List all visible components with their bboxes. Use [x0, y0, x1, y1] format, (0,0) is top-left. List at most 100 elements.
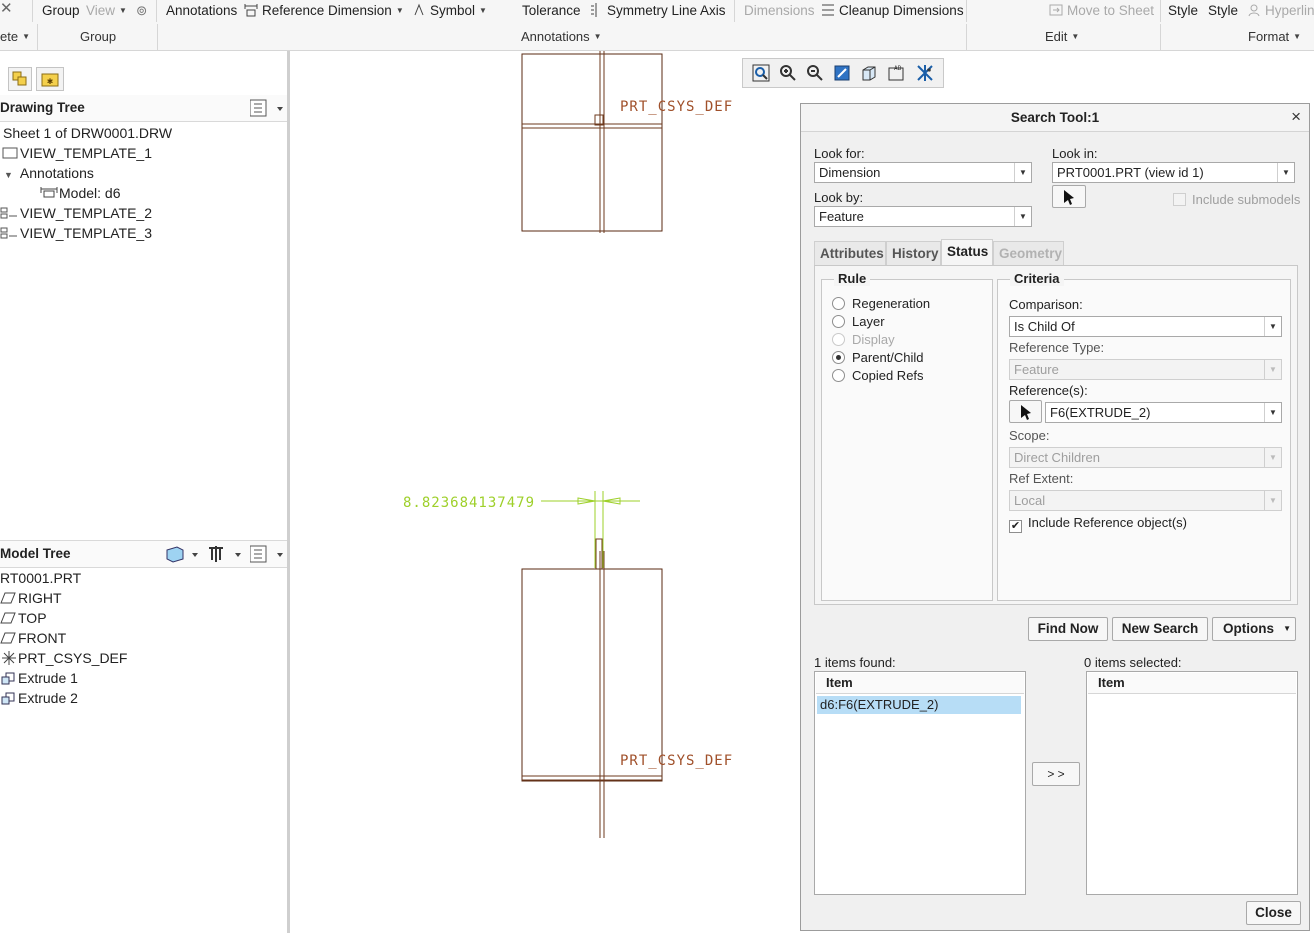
group-group-label: Group [80, 29, 117, 44]
tree-row-view-template-2[interactable]: VIEW_TEMPLATE_2 [0, 203, 152, 223]
dimensions-button[interactable]: Dimensions [744, 2, 815, 20]
display-style-icon[interactable] [859, 63, 879, 83]
folder-browser-button[interactable]: ✱ [36, 67, 64, 91]
view-label: View [86, 3, 116, 18]
tree-settings-icon[interactable] [249, 98, 284, 121]
ribbon: ✕ Group View ▼ ⊚ Annotations Reference Di… [0, 0, 1314, 51]
tab-history[interactable]: History [886, 241, 941, 265]
find-now-button[interactable]: Find Now [1028, 617, 1108, 641]
tab-attributes[interactable]: Attributes [814, 241, 886, 265]
drawing-tree-title: Drawing Tree [0, 100, 85, 115]
scope-label: Scope: [1009, 428, 1050, 443]
hyperlink-label: Hyperlin [1265, 3, 1314, 18]
model-display-icon[interactable] [165, 544, 201, 567]
rule-layer[interactable]: Layer [832, 313, 885, 331]
dimension-value[interactable]: 8.823684137479 [403, 495, 535, 511]
tree-row-csys[interactable]: PRT_CSYS_DEF [0, 648, 127, 668]
comparison-label: Comparison: [1009, 297, 1083, 312]
chevron-down-icon: ▼ [22, 32, 30, 41]
tree-row-front-plane[interactable]: FRONT [0, 628, 66, 648]
cleanup-dimensions-button[interactable]: Cleanup Dimensions [821, 2, 964, 20]
comparison-select[interactable]: Is Child Of ▼ [1009, 316, 1282, 337]
reference-type-label: Reference Type: [1009, 340, 1105, 355]
found-item-row[interactable]: d6:F6(EXTRUDE_2) [817, 696, 1021, 714]
top-view-outline [521, 53, 663, 232]
tab-status[interactable]: Status [941, 239, 993, 265]
include-submodels-option[interactable]: Include submodels [1173, 192, 1300, 207]
zoom-in-icon[interactable] [778, 63, 798, 83]
symmetry-line-axis-button[interactable]: Symmetry Line Axis [589, 2, 726, 20]
options-dropdown-button[interactable]: Options ▼ [1212, 617, 1296, 641]
rule-display: Display [832, 331, 895, 349]
style-button-2[interactable]: Style [1208, 2, 1238, 20]
tree-filters-icon[interactable] [206, 544, 244, 567]
tree-settings-icon[interactable] [249, 544, 284, 567]
select-model-button[interactable] [1052, 185, 1086, 208]
look-in-select[interactable]: PRT0001.PRT (view id 1) ▼ [1052, 162, 1295, 183]
tolerance-button[interactable]: Tolerance [522, 2, 581, 20]
annotations-button[interactable]: Annotations [166, 2, 237, 20]
refit-icon[interactable] [751, 63, 771, 83]
chevron-down-icon: ▼ [119, 6, 127, 15]
include-reference-objects-checkbox[interactable]: ✔ [1009, 520, 1022, 533]
look-for-select[interactable]: Dimension ▼ [814, 162, 1032, 183]
close-icon[interactable]: ✕ [0, 0, 13, 18]
close-button[interactable]: Close [1246, 901, 1301, 925]
chevron-down-icon: ▼ [1283, 624, 1291, 633]
found-list-header[interactable]: Item [816, 673, 1024, 694]
close-icon[interactable]: × [1291, 108, 1301, 125]
group-button[interactable]: Group [42, 2, 80, 20]
rule-parent-child[interactable]: Parent/Child [832, 349, 924, 367]
delete-group-dropdown[interactable]: ete ▼ [0, 28, 30, 46]
annotation-icon[interactable]: ⊚ [136, 2, 147, 20]
scope-select: Direct Children ▼ [1009, 447, 1282, 468]
include-submodels-checkbox[interactable] [1173, 193, 1186, 206]
tree-row-label: TOP [18, 610, 47, 626]
radio-parent-child[interactable] [832, 351, 845, 364]
annotation-display-icon[interactable]: AB [886, 63, 906, 83]
expand-arrow-icon[interactable]: ▼ [4, 170, 13, 180]
rule-regeneration[interactable]: Regeneration [832, 295, 930, 313]
datum-display-icon[interactable]: ✱ [915, 63, 935, 83]
style-button-1[interactable]: Style [1168, 2, 1198, 20]
select-reference-button[interactable] [1009, 400, 1042, 423]
radio-copied-refs[interactable] [832, 369, 845, 382]
symbol-button[interactable]: Symbol ▼ [412, 2, 487, 20]
selected-items-list[interactable]: Item [1086, 671, 1298, 895]
tab-geometry[interactable]: Geometry [993, 241, 1064, 265]
references-select[interactable]: F6(EXTRUDE_2) ▼ [1045, 402, 1282, 423]
view-dropdown[interactable]: View ▼ [86, 2, 127, 20]
format-group-dropdown[interactable]: Format ▼ [1248, 28, 1301, 46]
edit-group-dropdown[interactable]: Edit ▼ [1045, 28, 1079, 46]
hyperlink-button[interactable]: Hyperlin [1247, 2, 1314, 20]
look-by-select[interactable]: Feature ▼ [814, 206, 1032, 227]
radio-layer[interactable] [832, 315, 845, 328]
tree-row-model-d6[interactable]: Model: d6 [39, 183, 120, 203]
new-search-button[interactable]: New Search [1112, 617, 1208, 641]
found-items-list[interactable]: Item d6:F6(EXTRUDE_2) [814, 671, 1026, 895]
datum-plane-icon [0, 632, 16, 644]
move-to-sheet-button[interactable]: Move to Sheet [1049, 2, 1154, 20]
tree-row-extrude-2[interactable]: Extrude 2 [0, 688, 78, 708]
rule-copied-refs[interactable]: Copied Refs [832, 367, 924, 385]
zoom-out-icon[interactable] [805, 63, 825, 83]
show-tree-button[interactable] [8, 67, 32, 91]
annotations-group-dropdown[interactable]: Annotations ▼ [521, 28, 602, 46]
cursor-icon [1020, 405, 1031, 420]
tree-row-right-plane[interactable]: RIGHT [0, 588, 62, 608]
tree-row-top-plane[interactable]: TOP [0, 608, 47, 628]
reference-dimension-button[interactable]: Reference Dimension ▼ [244, 2, 404, 20]
tree-row-extrude-1[interactable]: Extrude 1 [0, 668, 78, 688]
repaint-icon[interactable] [832, 63, 852, 83]
selected-list-header[interactable]: Item [1088, 673, 1296, 694]
tree-row-part[interactable]: RT0001.PRT [0, 568, 81, 588]
move-to-selected-button[interactable]: > > [1032, 762, 1080, 786]
tree-row-annotations[interactable]: ▼ Annotations [4, 163, 94, 183]
radio-regeneration[interactable] [832, 297, 845, 310]
tree-row-view-template-1[interactable]: VIEW_TEMPLATE_1 [0, 143, 152, 163]
chevron-down-icon: ▼ [593, 32, 602, 41]
include-reference-objects-option[interactable]: ✔ Include Reference object(s) [1009, 515, 1187, 533]
tree-row-sheet[interactable]: Sheet 1 of DRW0001.DRW [3, 123, 172, 143]
drawing-tree-header: Drawing Tree [0, 95, 287, 122]
tree-row-view-template-3[interactable]: VIEW_TEMPLATE_3 [0, 223, 152, 243]
